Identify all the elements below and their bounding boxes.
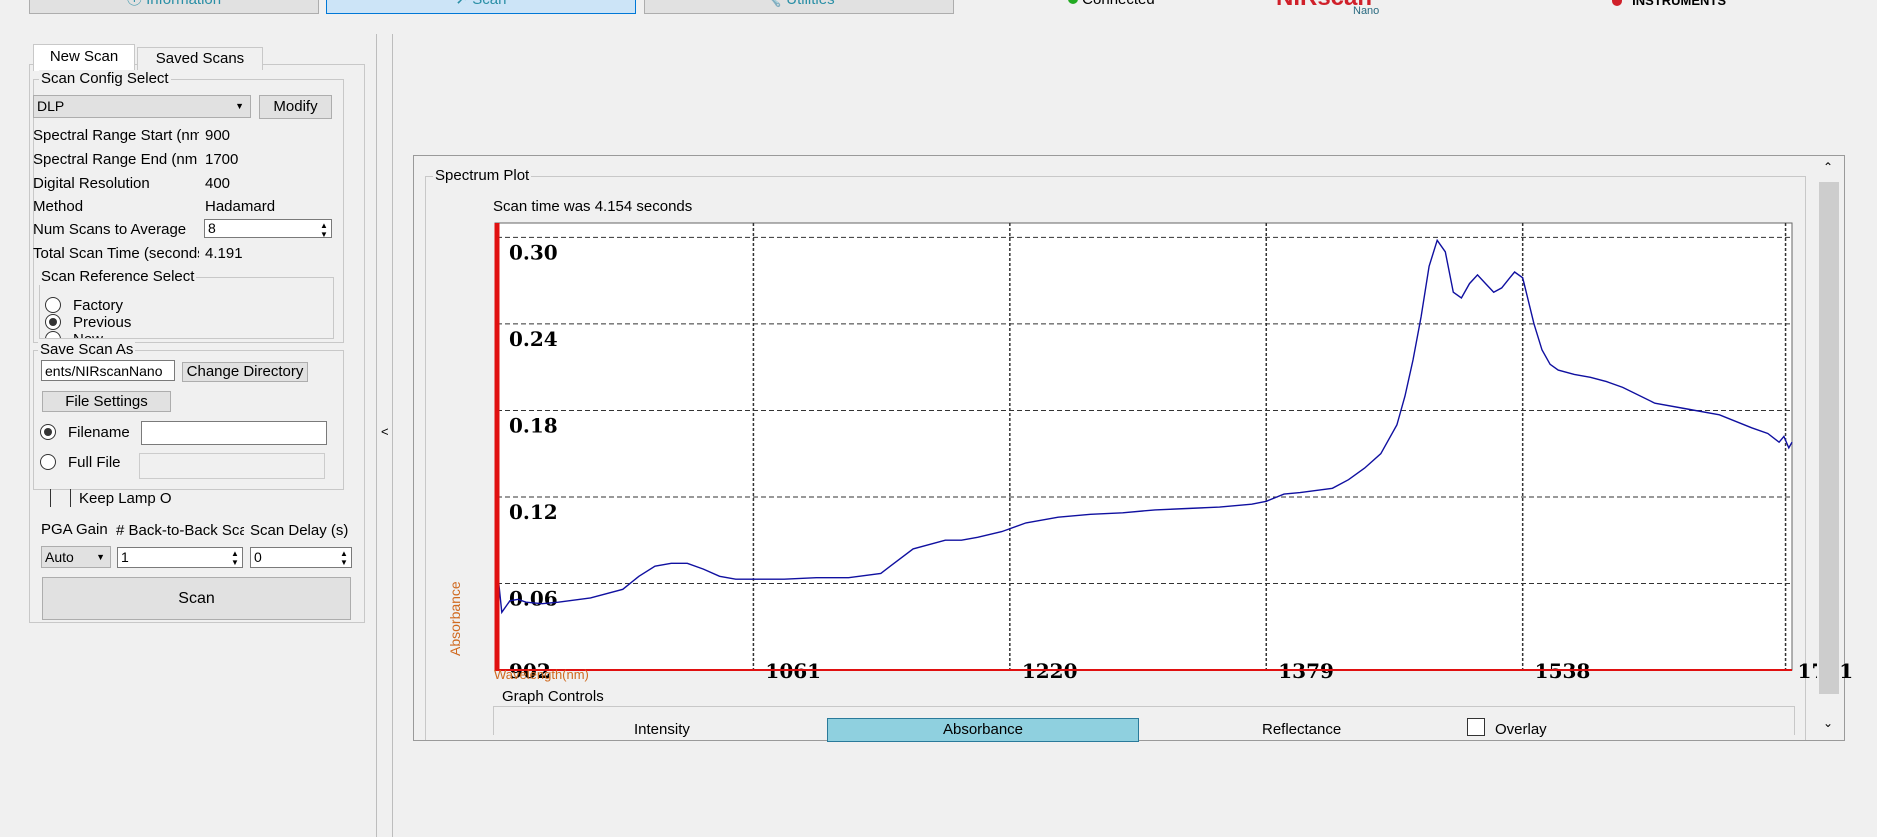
new-label: New — [73, 331, 103, 338]
tab-scan-label: Scan — [472, 0, 506, 8]
spectrum-chart: 0.060.120.180.240.3090210611220137915381… — [447, 222, 1853, 683]
plot-area — [494, 222, 1793, 671]
absorbance-button[interactable]: Absorbance — [827, 718, 1139, 742]
y-axis-label: Absorbance — [447, 581, 463, 656]
reference-group: Factory Previous New — [39, 277, 334, 339]
spin-arrows-icon[interactable]: ▲ ▼ — [229, 549, 241, 567]
tab-scan[interactable]: ➚ Scan — [326, 0, 636, 14]
connection-status: Connected — [1068, 0, 1155, 8]
intensity-button[interactable]: Intensity — [634, 721, 690, 738]
factory-radio[interactable] — [45, 297, 61, 313]
num-scans-input[interactable]: 8 ▲ ▼ — [204, 219, 332, 238]
filename-radio[interactable] — [40, 424, 56, 440]
back-to-back-value: 1 — [121, 549, 129, 565]
y-tick-label: 0.06 — [509, 586, 558, 610]
graph-controls-legend: Graph Controls — [500, 688, 606, 705]
digital-resolution-label: Digital Resolution — [33, 175, 150, 192]
range-end-label: Spectral Range End (nm — [33, 151, 198, 168]
scroll-up-icon[interactable]: ⌃ — [1823, 160, 1833, 174]
nirscan-logo: NIRscan Nano — [1276, 0, 1379, 17]
tab-information-label: Information — [146, 0, 221, 8]
keep-lamp-label: Keep Lamp On — [79, 490, 171, 507]
num-scans-label: Num Scans to Average — [33, 221, 187, 238]
tab-new-scan-label: New Scan — [49, 48, 119, 65]
info-icon: ⓘ — [127, 0, 146, 8]
fullfile-label: Full File — [68, 454, 121, 471]
tab-saved-scans-label: Saved Scans — [155, 50, 245, 67]
range-start-label: Spectral Range Start (nm — [33, 127, 199, 144]
y-tick-label: 0.18 — [509, 413, 558, 437]
status-label: Connected — [1082, 0, 1155, 8]
y-tick-label: 0.12 — [509, 500, 558, 524]
spin-arrows-icon[interactable]: ▲ ▼ — [338, 549, 350, 567]
tab-information[interactable]: ⓘ Information — [29, 0, 319, 14]
previous-radio[interactable] — [45, 314, 61, 330]
pga-gain-value: Auto — [45, 549, 74, 565]
keep-lamp-checkbox[interactable] — [50, 489, 71, 507]
pga-gain-label: PGA Gain — [41, 521, 108, 538]
directory-input[interactable]: ents/NIRscanNano — [41, 360, 175, 381]
scan-delay-value: 0 — [254, 549, 262, 565]
factory-label: Factory — [73, 297, 124, 314]
scan-time-label: Scan time was 4.154 seconds — [493, 198, 693, 215]
method-value: Hadamard — [205, 198, 276, 215]
method-label: Method — [33, 198, 84, 215]
chevron-down-icon: ▼ — [235, 101, 244, 111]
scroll-down-icon[interactable]: ⌄ — [1823, 716, 1833, 730]
status-dot-icon — [1068, 0, 1078, 4]
digital-resolution-value: 400 — [205, 175, 231, 192]
collapse-arrow-icon: < — [381, 424, 389, 439]
file-settings-button[interactable]: File Settings — [42, 391, 171, 412]
directory-value: ents/NIRscanNano — [45, 363, 163, 379]
filename-input[interactable] — [141, 421, 327, 445]
wrench-icon: 🔧 — [763, 0, 786, 8]
tab-new-scan[interactable]: New Scan — [33, 44, 135, 71]
x-axis-label: Wavelength(nm) — [494, 667, 589, 682]
back-to-back-label: # Back-to-Back Scans — [116, 522, 244, 539]
tab-saved-scans[interactable]: Saved Scans — [137, 47, 263, 70]
brand-text: INSTRUMENTS — [1632, 0, 1727, 8]
y-tick-label: 0.24 — [509, 327, 558, 351]
logo-sub: Nano — [1353, 5, 1380, 17]
total-time-value: 4.191 — [205, 245, 243, 262]
range-end-value: 1700 — [205, 151, 239, 168]
pga-gain-select[interactable]: Auto ▼ — [41, 546, 111, 568]
back-to-back-input[interactable]: 1 ▲ ▼ — [117, 547, 243, 568]
save-legend: Save Scan As — [38, 341, 136, 358]
scan-button[interactable]: Scan — [42, 577, 351, 620]
reflectance-button[interactable]: Reflectance — [1262, 721, 1341, 738]
range-start-value: 900 — [205, 127, 231, 144]
num-scans-value: 8 — [208, 220, 216, 236]
scan-delay-input[interactable]: 0 ▲ ▼ — [250, 547, 352, 568]
spectrum-plot-legend: Spectrum Plot — [433, 167, 532, 184]
fullfile-radio[interactable] — [40, 454, 56, 470]
modify-button[interactable]: Modify — [259, 95, 332, 119]
tab-utilities-label: Utilities — [786, 0, 834, 8]
overlay-checkbox[interactable] — [1467, 718, 1485, 736]
chevron-down-icon: ▼ — [96, 552, 105, 562]
scan-icon: ➚ — [456, 0, 473, 8]
scan-config-select[interactable]: DLP ▼ — [33, 95, 251, 118]
y-tick-label: 0.30 — [509, 240, 558, 264]
ti-logo: INSTRUMENTS — [1612, 0, 1726, 9]
total-time-label: Total Scan Time (seconds — [33, 245, 199, 262]
change-directory-button[interactable]: Change Directory — [182, 362, 308, 382]
collapse-splitter[interactable]: < — [376, 34, 393, 837]
fullfile-input — [139, 453, 325, 479]
plot-scrollbar[interactable]: ⌃ ⌄ — [1817, 158, 1841, 736]
overlay-label: Overlay — [1495, 721, 1547, 738]
scan-config-legend: Scan Config Select — [39, 70, 171, 87]
scan-config-value: DLP — [37, 98, 65, 114]
reference-legend: Scan Reference Select — [39, 268, 197, 285]
previous-label: Previous — [73, 314, 132, 331]
new-radio[interactable] — [45, 331, 61, 338]
tab-utilities[interactable]: 🔧 Utilities — [644, 0, 954, 14]
ti-logo-icon — [1612, 0, 1622, 6]
scrollbar-thumb[interactable] — [1819, 182, 1839, 694]
filename-label: Filename — [68, 424, 130, 441]
scan-delay-label: Scan Delay (s) — [250, 522, 349, 539]
spin-arrows-icon[interactable]: ▲ ▼ — [318, 221, 330, 237]
